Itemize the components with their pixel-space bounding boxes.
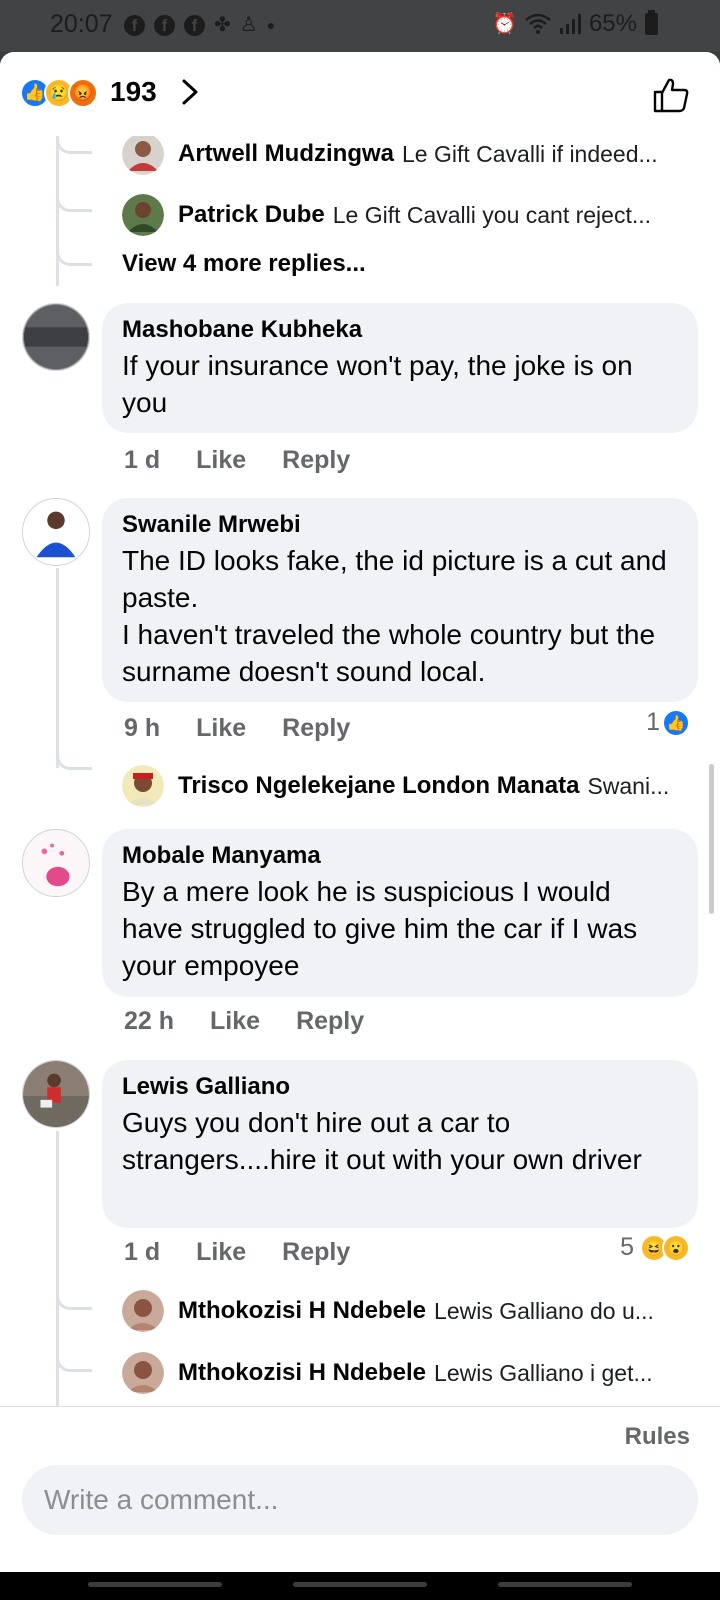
home-button[interactable] — [293, 1582, 427, 1587]
reply-author[interactable]: Artwell Mudzingwa — [178, 140, 394, 168]
thread-elbow — [56, 1354, 92, 1372]
wow-reaction-icon: 😮 — [662, 1233, 690, 1262]
comment-text: By a mere look he is suspicious I would … — [122, 876, 638, 981]
avatar — [122, 1352, 164, 1394]
comment-time: 1 d — [124, 1237, 161, 1266]
rules-link[interactable]: Rules — [625, 1423, 690, 1451]
avatar — [122, 133, 164, 175]
avatar[interactable] — [22, 829, 90, 897]
comment-author[interactable]: Mashobane Kubheka — [122, 313, 678, 347]
reply-item[interactable]: Mthokozisi H Ndebele Lewis Galliano i ge… — [122, 1351, 697, 1395]
facebook-notification-icon: f — [154, 14, 175, 36]
reply-comment-button[interactable]: Reply — [282, 714, 350, 743]
comments-sheet: 👍 😢 😡 193 Artwell Mudzingwa Le Gift Cava… — [0, 52, 720, 1572]
comment-bubble[interactable]: Mashobane Kubheka If your insurance won'… — [102, 303, 698, 433]
reply-author[interactable]: Mthokozisi H Ndebele — [178, 1297, 426, 1325]
like-comment-button[interactable]: Like — [196, 446, 246, 475]
reactions-header: 👍 😢 😡 193 — [0, 52, 720, 136]
comment-time: 22 h — [124, 1006, 175, 1035]
reply-item[interactable]: Mthokozisi H Ndebele Lewis Galliano do u… — [122, 1289, 697, 1333]
reply-item[interactable]: Artwell Mudzingwa Le Gift Cavalli if ind… — [122, 132, 697, 176]
reply-item[interactable]: Trisco Ngelekejane London Manata Swani..… — [122, 764, 697, 808]
thread-elbow — [56, 752, 92, 770]
notification-icons: f f f ✤ ♙ ● — [124, 14, 275, 36]
like-reaction-icon: 👍 — [662, 708, 690, 737]
reply-author[interactable]: Mthokozisi H Ndebele — [178, 1359, 426, 1387]
reply-comment-button[interactable]: Reply — [296, 1007, 364, 1036]
comment-reaction-count: 1 — [646, 708, 660, 736]
comment-time: 1 d — [124, 445, 161, 474]
thread-line — [56, 1131, 59, 1421]
pinwheel-icon: ✤ — [214, 14, 231, 36]
back-button[interactable] — [498, 1582, 632, 1587]
scrollbar[interactable] — [709, 764, 714, 914]
thread-elbow — [56, 1292, 92, 1310]
comment-reactions[interactable]: 5 😆 😮 — [620, 1233, 690, 1262]
like-comment-button[interactable]: Like — [196, 714, 246, 743]
signal-icon — [559, 14, 581, 34]
reply-item[interactable]: Patrick Dube Le Gift Cavalli you cant re… — [122, 193, 697, 237]
reply-author[interactable]: Trisco Ngelekejane London Manata — [178, 772, 579, 800]
comment-author[interactable]: Lewis Galliano — [122, 1070, 678, 1104]
like-button-icon[interactable] — [652, 76, 690, 114]
view-more-replies-link[interactable]: View 4 more replies... — [122, 250, 366, 278]
reply-author[interactable]: Patrick Dube — [178, 201, 325, 229]
avatar — [122, 765, 164, 807]
comment-reaction-count: 5 — [620, 1233, 634, 1261]
chevron-right-icon[interactable] — [180, 78, 200, 106]
reply-text: Swani... — [587, 772, 670, 799]
comment-actions: 22 h Like Reply — [124, 1004, 400, 1038]
comment-actions: 1 d Like Reply — [124, 443, 386, 477]
reaction-summary[interactable]: 👍 😢 😡 — [20, 78, 98, 108]
reaction-count[interactable]: 193 — [110, 76, 157, 108]
comment-text: If your insurance won't pay, the joke is… — [122, 350, 633, 418]
dot-icon: ● — [266, 17, 276, 33]
avatar[interactable] — [22, 1060, 90, 1128]
thread-elbow — [56, 136, 92, 154]
thread-line — [56, 568, 59, 768]
avatar[interactable] — [22, 303, 90, 371]
like-comment-button[interactable]: Like — [196, 1238, 246, 1267]
person-icon: ♙ — [239, 14, 258, 36]
angry-reaction-icon: 😡 — [68, 78, 98, 108]
status-bar: 20:07 f f f ✤ ♙ ● ⏰ 65% — [0, 0, 720, 52]
comment-actions: 9 h Like Reply — [124, 711, 386, 745]
comment-actions: 1 d Like Reply — [124, 1235, 386, 1269]
reply-text: Le Gift Cavalli you cant reject... — [332, 201, 652, 228]
reply-text: Lewis Galliano i get... — [434, 1359, 653, 1386]
avatar[interactable] — [22, 498, 90, 566]
comment-bubble[interactable]: Swanile Mrwebi The ID looks fake, the id… — [102, 498, 698, 702]
alarm-icon: ⏰ — [492, 13, 517, 35]
comment-author[interactable]: Mobale Manyama — [122, 839, 678, 873]
thread-elbow — [56, 194, 92, 212]
comment-text: Guys you don't hire out a car to strange… — [122, 1107, 642, 1175]
thread-elbow — [56, 248, 92, 266]
like-comment-button[interactable]: Like — [210, 1007, 260, 1036]
reply-text: Lewis Galliano do u... — [434, 1297, 654, 1324]
comment-text: The ID looks fake, the id picture is a c… — [122, 545, 667, 687]
comment-reactions[interactable]: 1 👍 — [646, 708, 690, 737]
avatar — [122, 194, 164, 236]
avatar — [122, 1290, 164, 1332]
thread-line — [56, 136, 59, 286]
facebook-notification-icon: f — [124, 14, 145, 36]
comment-bubble[interactable]: Lewis Galliano Guys you don't hire out a… — [102, 1060, 698, 1228]
facebook-notification-icon: f — [184, 14, 205, 36]
battery-percent: 65% — [588, 10, 637, 37]
comment-composer: Rules — [0, 1406, 720, 1572]
comment-time: 9 h — [124, 713, 161, 742]
wifi-icon — [525, 13, 551, 34]
battery-icon — [645, 10, 658, 35]
recent-apps-button[interactable] — [88, 1582, 222, 1587]
comment-bubble[interactable]: Mobale Manyama By a mere look he is susp… — [102, 829, 698, 997]
comment-input[interactable] — [22, 1465, 698, 1535]
reply-comment-button[interactable]: Reply — [282, 446, 350, 475]
reply-comment-button[interactable]: Reply — [282, 1238, 350, 1267]
system-nav-bar — [0, 1572, 720, 1600]
status-time: 20:07 — [50, 10, 113, 38]
system-indicators: ⏰ 65% — [492, 10, 658, 38]
reply-text: Le Gift Cavalli if indeed... — [402, 140, 658, 167]
comment-author[interactable]: Swanile Mrwebi — [122, 508, 678, 542]
